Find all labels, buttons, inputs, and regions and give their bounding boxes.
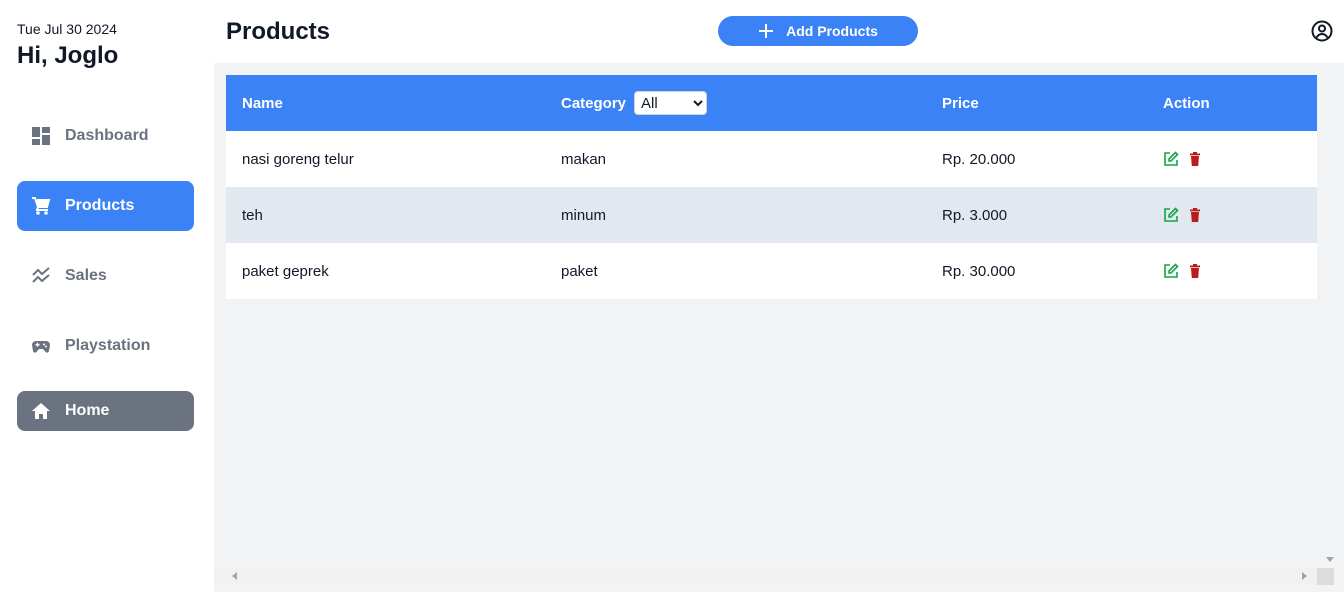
plus-icon xyxy=(758,23,774,39)
dashboard-icon xyxy=(31,126,51,146)
scroll-down-arrow-icon[interactable] xyxy=(1326,557,1334,562)
trend-icon xyxy=(31,266,51,286)
category-filter-select[interactable]: All xyxy=(634,91,708,115)
current-date: Tue Jul 30 2024 xyxy=(17,21,117,37)
table-row: nasi goreng telur makan Rp. 20.000 xyxy=(226,131,1317,187)
row-actions xyxy=(1163,207,1211,223)
column-header-action: Action xyxy=(1163,94,1210,112)
column-header-price: Price xyxy=(942,94,979,112)
product-category: minum xyxy=(561,206,607,224)
sidebar-item-label: Sales xyxy=(65,267,107,284)
delete-icon[interactable] xyxy=(1187,207,1203,223)
column-header-name: Name xyxy=(242,94,283,112)
products-table: Name Category All Price Action nasi gore… xyxy=(226,75,1317,299)
cart-icon xyxy=(31,196,51,216)
product-price: Rp. 3.000 xyxy=(942,206,1008,224)
table-row: teh minum Rp. 3.000 xyxy=(226,187,1317,243)
row-actions xyxy=(1163,151,1211,167)
product-category: makan xyxy=(561,150,607,168)
table-row: paket geprek paket Rp. 30.000 xyxy=(226,243,1317,299)
scrollbar-corner xyxy=(1317,568,1334,585)
edit-icon[interactable] xyxy=(1163,207,1179,223)
gamepad-icon xyxy=(31,336,51,356)
edit-icon[interactable] xyxy=(1163,151,1179,167)
scroll-left-arrow-icon[interactable] xyxy=(232,572,237,580)
product-category: paket xyxy=(561,262,598,280)
delete-icon[interactable] xyxy=(1187,263,1203,279)
scroll-right-arrow-icon[interactable] xyxy=(1302,572,1307,580)
main-content: Name Category All Price Action nasi gore… xyxy=(214,63,1344,592)
product-name: paket geprek xyxy=(242,262,329,280)
column-header-category-label: Category xyxy=(561,94,627,112)
add-products-button[interactable]: Add Products xyxy=(718,16,918,46)
column-header-category: Category All xyxy=(561,91,708,115)
delete-icon[interactable] xyxy=(1187,151,1203,167)
sidebar-item-label: Dashboard xyxy=(65,127,149,144)
sidebar-item-home[interactable]: Home xyxy=(17,391,194,431)
sidebar-item-label: Home xyxy=(65,402,110,419)
home-icon xyxy=(31,401,51,421)
product-price: Rp. 30.000 xyxy=(942,262,1016,280)
table-header: Name Category All Price Action xyxy=(226,75,1317,131)
add-products-label: Add Products xyxy=(786,23,878,39)
edit-icon[interactable] xyxy=(1163,263,1179,279)
sidebar-item-products[interactable]: Products xyxy=(17,181,194,231)
sidebar-item-label: Products xyxy=(65,197,135,214)
product-price: Rp. 20.000 xyxy=(942,150,1016,168)
product-name: nasi goreng telur xyxy=(242,150,354,168)
product-name: teh xyxy=(242,206,263,224)
greeting: Hi, Joglo xyxy=(17,42,119,69)
sidebar: Tue Jul 30 2024 Hi, Joglo Dashboard Prod… xyxy=(0,0,214,592)
sidebar-item-sales[interactable]: Sales xyxy=(17,251,194,301)
sidebar-item-dashboard[interactable]: Dashboard xyxy=(17,111,194,161)
horizontal-scrollbar[interactable] xyxy=(214,568,1317,584)
user-circle-icon[interactable] xyxy=(1311,20,1333,42)
row-actions xyxy=(1163,263,1211,279)
sidebar-item-label: Playstation xyxy=(65,337,151,354)
vertical-scrollbar[interactable] xyxy=(1317,63,1344,568)
page-title: Products xyxy=(226,18,331,45)
sidebar-item-playstation[interactable]: Playstation xyxy=(17,321,194,371)
